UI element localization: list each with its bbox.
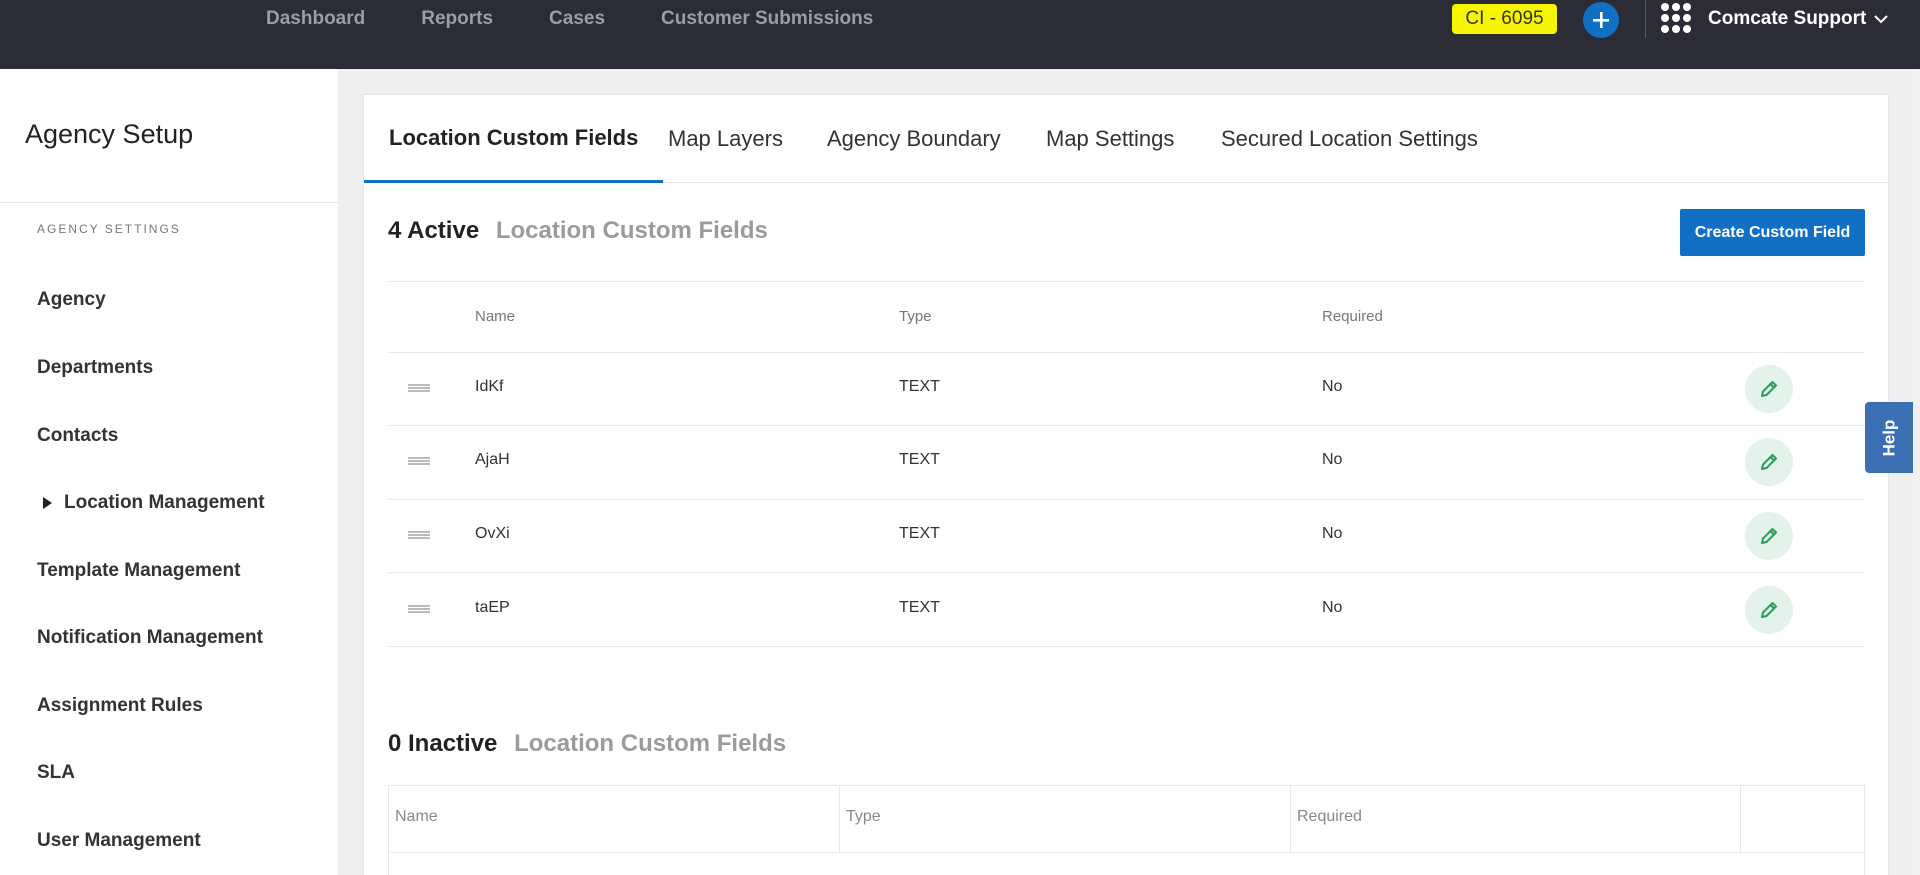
row-required: No — [1322, 525, 1343, 542]
table-divider — [388, 499, 1865, 500]
edit-button[interactable] — [1745, 365, 1793, 413]
row-type: TEXT — [899, 525, 940, 542]
tab-agency-boundary[interactable]: Agency Boundary — [827, 95, 1001, 183]
page-scrollbar[interactable] — [1913, 69, 1920, 875]
drag-handle-icon[interactable] — [408, 457, 430, 465]
row-type: TEXT — [899, 451, 940, 468]
inactive-column-header-name: Name — [395, 808, 438, 825]
main-card: Location Custom Fields Map Layers Agency… — [363, 94, 1890, 875]
tab-map-settings[interactable]: Map Settings — [1046, 95, 1174, 183]
table-divider — [389, 852, 1864, 853]
drag-handle-icon[interactable] — [408, 605, 430, 613]
nav-cases[interactable]: Cases — [549, 8, 605, 30]
table-divider — [388, 281, 1865, 282]
nav-customer-submissions[interactable]: Customer Submissions — [661, 8, 873, 30]
tab-secured-location-settings[interactable]: Secured Location Settings — [1221, 95, 1478, 183]
help-label: Help — [1879, 419, 1898, 456]
add-button[interactable] — [1583, 2, 1619, 38]
row-required: No — [1322, 451, 1343, 468]
table-column — [389, 786, 840, 852]
tab-map-layers[interactable]: Map Layers — [668, 95, 783, 183]
row-name: OvXi — [475, 525, 510, 542]
sidebar-item-assignment-rules[interactable]: Assignment Rules — [37, 695, 203, 717]
row-required: No — [1322, 378, 1343, 395]
active-count: 4 Active — [388, 217, 480, 244]
grid-icon[interactable] — [1661, 3, 1691, 33]
sidebar-item-location-management[interactable]: Location Management — [37, 492, 265, 514]
inactive-count: 0 Inactive — [388, 730, 498, 757]
pencil-icon — [1761, 454, 1777, 470]
account-menu[interactable]: Comcate Support — [1708, 8, 1889, 30]
sidebar-item-template-management[interactable]: Template Management — [37, 560, 240, 582]
inactive-column-header-required: Required — [1297, 808, 1362, 825]
row-required: No — [1322, 599, 1343, 616]
table-column — [840, 786, 1291, 852]
sidebar-item-contacts[interactable]: Contacts — [37, 425, 118, 447]
inactive-fields-table: Name Type Required — [388, 785, 1865, 875]
pencil-icon — [1761, 602, 1777, 618]
sidebar-item-notification-management[interactable]: Notification Management — [37, 627, 263, 649]
inactive-column-header-type: Type — [846, 808, 881, 825]
sidebar: Agency Setup AGENCY SETTINGS Agency Depa… — [0, 69, 338, 875]
tab-bar: Location Custom Fields Map Layers Agency… — [364, 95, 1890, 183]
account-name: Comcate Support — [1708, 8, 1867, 29]
ci-badge: CI - 6095 — [1452, 4, 1557, 34]
table-divider — [388, 352, 1865, 353]
edit-button[interactable] — [1745, 512, 1793, 560]
active-section-label: Location Custom Fields — [495, 217, 768, 244]
topbar-divider — [1645, 0, 1646, 38]
sidebar-item-label: Location Management — [64, 492, 265, 513]
pencil-icon — [1761, 528, 1777, 544]
row-name: taEP — [475, 599, 510, 616]
drag-handle-icon[interactable] — [408, 531, 430, 539]
pencil-icon — [1761, 381, 1777, 397]
edit-button[interactable] — [1745, 438, 1793, 486]
sidebar-item-departments[interactable]: Departments — [37, 357, 153, 379]
sidebar-divider — [0, 202, 338, 203]
main-nav: Dashboard Reports Cases Customer Submiss… — [266, 8, 929, 30]
table-divider — [388, 646, 1865, 647]
create-custom-field-button[interactable]: Create Custom Field — [1680, 209, 1865, 256]
top-navigation-bar: Dashboard Reports Cases Customer Submiss… — [0, 0, 1920, 69]
row-name: AjaH — [475, 451, 510, 468]
sidebar-item-sla[interactable]: SLA — [37, 762, 75, 784]
column-header-type: Type — [899, 308, 932, 325]
tab-location-custom-fields[interactable]: Location Custom Fields — [364, 95, 664, 183]
help-tab[interactable]: Help — [1865, 402, 1913, 473]
inactive-section-heading: 0 Inactive Location Custom Fields — [388, 730, 786, 758]
nav-reports[interactable]: Reports — [421, 8, 493, 30]
nav-dashboard[interactable]: Dashboard — [266, 8, 365, 30]
row-type: TEXT — [899, 599, 940, 616]
row-name: IdKf — [475, 378, 504, 395]
sidebar-item-agency[interactable]: Agency — [37, 289, 106, 311]
column-header-required: Required — [1322, 308, 1383, 325]
table-divider — [388, 572, 1865, 573]
sidebar-title: Agency Setup — [25, 119, 194, 149]
table-divider — [388, 425, 1865, 426]
plus-icon — [1593, 12, 1609, 28]
inactive-section-label: Location Custom Fields — [514, 730, 787, 757]
sidebar-section-label: AGENCY SETTINGS — [37, 222, 181, 236]
caret-right-icon — [43, 497, 52, 509]
drag-handle-icon[interactable] — [408, 384, 430, 392]
row-type: TEXT — [899, 378, 940, 395]
edit-button[interactable] — [1745, 586, 1793, 634]
column-header-name: Name — [475, 308, 516, 325]
active-section-heading: 4 Active Location Custom Fields — [388, 217, 768, 245]
chevron-down-icon — [1874, 15, 1889, 24]
sidebar-item-user-management[interactable]: User Management — [37, 830, 201, 852]
